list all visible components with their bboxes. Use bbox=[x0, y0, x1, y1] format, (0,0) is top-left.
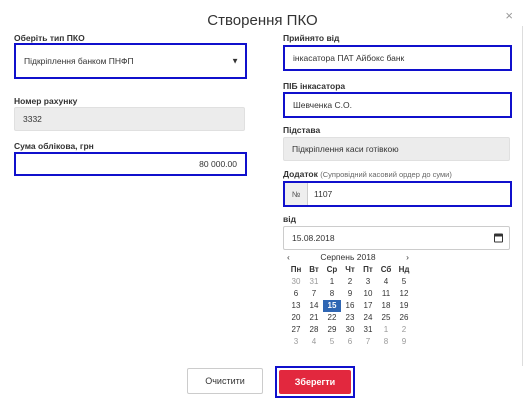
datepicker-day[interactable]: 10 bbox=[359, 288, 377, 300]
received-from-value: інкасатора ПАТ Айбокс банк bbox=[293, 53, 405, 63]
amount-input[interactable]: 80 000.00 bbox=[14, 152, 247, 176]
next-month-icon[interactable]: › bbox=[406, 252, 409, 262]
attachment-number-input[interactable]: № 1107 bbox=[283, 181, 512, 207]
received-from-input[interactable]: інкасатора ПАТ Айбокс банк bbox=[283, 45, 512, 71]
amount-value: 80 000.00 bbox=[199, 159, 237, 169]
datepicker-day[interactable]: 20 bbox=[287, 312, 305, 324]
datepicker-day[interactable]: 3 bbox=[359, 276, 377, 288]
datepicker-day[interactable]: 28 bbox=[305, 324, 323, 336]
datepicker: ‹ Серпень 2018 › Пн Вт Ср Чт Пт Сб Нд 30 31 1 2 3 4 5… bbox=[283, 250, 413, 348]
datepicker-day[interactable]: 1 bbox=[377, 324, 395, 336]
amount-label: Сума облікова, грн bbox=[14, 141, 94, 151]
date-input[interactable]: 15.08.2018 bbox=[283, 226, 510, 250]
weekday-header: Нд bbox=[398, 265, 410, 274]
scrollbar-track[interactable] bbox=[522, 26, 523, 366]
datepicker-day[interactable]: 31 bbox=[305, 276, 323, 288]
attachment-label-text: Додаток bbox=[283, 169, 318, 179]
datepicker-day[interactable]: 22 bbox=[323, 312, 341, 324]
pko-type-label: Оберіть тип ПКО bbox=[14, 33, 85, 43]
basis-label: Підстава bbox=[283, 125, 321, 135]
weekday-header: Пн bbox=[290, 265, 302, 274]
save-button[interactable]: Зберегти bbox=[279, 370, 351, 394]
datepicker-day[interactable]: 12 bbox=[395, 288, 413, 300]
create-pko-dialog: Створення ПКО × Оберіть тип ПКО Підкріпл… bbox=[0, 0, 525, 411]
weekday-header: Вт bbox=[309, 265, 319, 274]
datepicker-day[interactable]: 21 bbox=[305, 312, 323, 324]
account-number-value: 3332 bbox=[23, 114, 42, 124]
datepicker-day[interactable]: 30 bbox=[287, 276, 305, 288]
datepicker-day[interactable]: 8 bbox=[323, 288, 341, 300]
datepicker-day[interactable]: 7 bbox=[305, 288, 323, 300]
calendar-icon[interactable] bbox=[494, 233, 503, 243]
weekday-header: Ср bbox=[326, 265, 338, 274]
datepicker-day[interactable]: 24 bbox=[359, 312, 377, 324]
datepicker-day[interactable]: 5 bbox=[395, 276, 413, 288]
datepicker-day[interactable]: 27 bbox=[287, 324, 305, 336]
datepicker-day[interactable]: 25 bbox=[377, 312, 395, 324]
pko-type-value: Підкріплення банком ПНФП bbox=[24, 56, 134, 66]
weekday-header: Пт bbox=[363, 265, 373, 274]
received-from-label: Прийнято від bbox=[283, 33, 340, 43]
account-number-label: Номер рахунку bbox=[14, 96, 78, 106]
collector-name-value: Шевченка С.О. bbox=[293, 100, 352, 110]
dialog-title: Створення ПКО bbox=[207, 12, 318, 29]
attachment-label: Додаток (Супровідний касовий ордер до су… bbox=[283, 169, 452, 179]
datepicker-header: ‹ Серпень 2018 › bbox=[283, 250, 413, 264]
attachment-number-value: 1107 bbox=[314, 189, 333, 199]
datepicker-day[interactable]: 4 bbox=[305, 336, 323, 348]
datepicker-day[interactable]: 19 bbox=[395, 300, 413, 312]
number-sign-addon: № bbox=[285, 183, 308, 205]
datepicker-day[interactable]: 11 bbox=[377, 288, 395, 300]
datepicker-day[interactable]: 13 bbox=[287, 300, 305, 312]
datepicker-day[interactable]: 2 bbox=[395, 324, 413, 336]
datepicker-day[interactable]: 18 bbox=[377, 300, 395, 312]
datepicker-day[interactable]: 9 bbox=[395, 336, 413, 348]
datepicker-day[interactable]: 16 bbox=[341, 300, 359, 312]
datepicker-day[interactable]: 30 bbox=[341, 324, 359, 336]
date-value: 15.08.2018 bbox=[292, 233, 335, 243]
weekday-header: Чт bbox=[345, 265, 355, 274]
datepicker-day[interactable]: 14 bbox=[305, 300, 323, 312]
date-label: від bbox=[283, 214, 296, 224]
close-icon[interactable]: × bbox=[505, 8, 513, 23]
datepicker-day[interactable]: 2 bbox=[341, 276, 359, 288]
datepicker-day[interactable]: 5 bbox=[323, 336, 341, 348]
datepicker-month: Серпень 2018 bbox=[320, 252, 376, 262]
datepicker-day[interactable]: 8 bbox=[377, 336, 395, 348]
datepicker-day[interactable]: 7 bbox=[359, 336, 377, 348]
pko-type-select[interactable]: Підкріплення банком ПНФП ▼ bbox=[14, 43, 247, 79]
dropdown-caret-icon: ▼ bbox=[231, 56, 239, 66]
datepicker-day[interactable]: 26 bbox=[395, 312, 413, 324]
prev-month-icon[interactable]: ‹ bbox=[287, 252, 290, 262]
basis-value: Підкріплення каси готівкою bbox=[292, 144, 399, 154]
datepicker-day[interactable]: 6 bbox=[287, 288, 305, 300]
datepicker-day[interactable]: 23 bbox=[341, 312, 359, 324]
account-number-field: 3332 bbox=[14, 107, 245, 131]
datepicker-day[interactable]: 4 bbox=[377, 276, 395, 288]
collector-name-label: ПІБ інкасатора bbox=[283, 81, 346, 91]
datepicker-day[interactable]: 1 bbox=[323, 276, 341, 288]
collector-name-input[interactable]: Шевченка С.О. bbox=[283, 92, 512, 118]
datepicker-day[interactable]: 9 bbox=[341, 288, 359, 300]
datepicker-day[interactable]: 31 bbox=[359, 324, 377, 336]
datepicker-day[interactable]: 17 bbox=[359, 300, 377, 312]
datepicker-day[interactable]: 3 bbox=[287, 336, 305, 348]
datepicker-day[interactable]: 6 bbox=[341, 336, 359, 348]
clear-button[interactable]: Очистити bbox=[187, 368, 263, 394]
attachment-hint: (Супровідний касовий ордер до суми) bbox=[320, 170, 452, 179]
basis-field: Підкріплення каси готівкою bbox=[283, 137, 510, 161]
datepicker-grid: Пн Вт Ср Чт Пт Сб Нд 30 31 1 2 3 4 5 6 7 8 9 10 11 12 13 14 15 1… bbox=[283, 264, 413, 348]
datepicker-day[interactable]: 15 bbox=[323, 300, 341, 312]
weekday-header: Сб bbox=[380, 265, 392, 274]
datepicker-day[interactable]: 29 bbox=[323, 324, 341, 336]
